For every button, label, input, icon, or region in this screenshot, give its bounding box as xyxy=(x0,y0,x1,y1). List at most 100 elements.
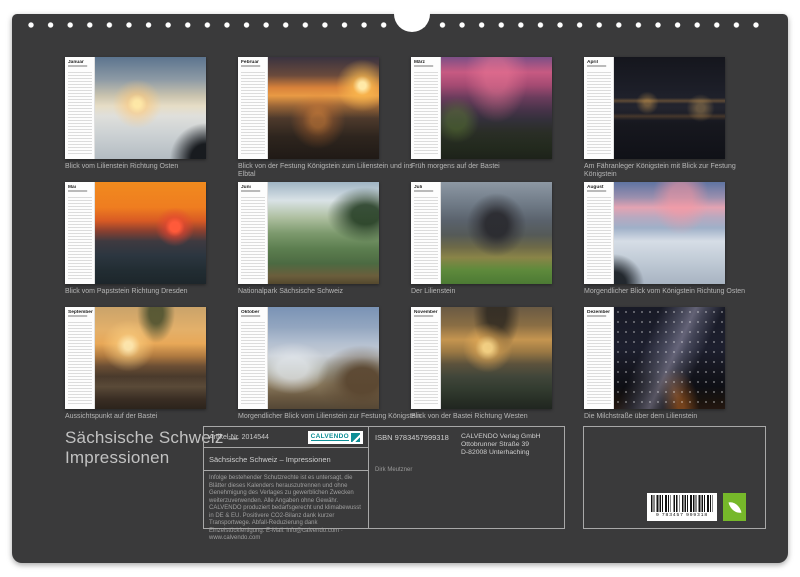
month-thumbnail: Januar xyxy=(65,57,206,159)
month-cell-juni: Juni Nationalpark Sächsische Schweiz xyxy=(238,182,411,307)
month-thumbnail: November xyxy=(411,307,552,409)
mini-calendar: August xyxy=(584,182,614,284)
mini-calendar-lines xyxy=(68,320,92,406)
month-caption: Die Milchstraße über dem Lilienstein xyxy=(584,413,770,421)
month-cell-april: April Am Fähranleger Königstein mit Blic… xyxy=(584,57,757,182)
mini-calendar-month-label: Mai xyxy=(68,185,87,191)
month-photo xyxy=(95,57,206,159)
month-thumbnail: September xyxy=(65,307,206,409)
month-photo xyxy=(441,57,552,159)
month-cell-august: August Morgendlicher Blick vom Königstei… xyxy=(584,182,757,307)
publisher-info-box: ISBN 9783457999318 CALVENDO Verlag GmbH … xyxy=(368,426,565,529)
month-cell-maerz: März Früh morgens auf der Bastei xyxy=(411,57,584,182)
calvendo-logo-text: CALVENDO xyxy=(311,433,349,441)
mini-calendar-month-label: Juli xyxy=(414,185,433,191)
month-grid: Januar Blick vom Lilienstein Richtung Os… xyxy=(65,57,757,432)
mini-calendar-month-label: August xyxy=(587,185,606,191)
month-caption: Blick von der Festung Königstein zum Lil… xyxy=(238,163,424,179)
barcode: 9 783457 999318 xyxy=(647,493,717,521)
mini-calendar-lines xyxy=(241,320,265,406)
mini-calendar: Januar xyxy=(65,57,95,159)
month-photo xyxy=(95,182,206,284)
month-caption: Morgendlicher Blick vom Königstein Richt… xyxy=(584,288,770,296)
month-photo xyxy=(614,307,725,409)
leaf-icon xyxy=(728,499,741,514)
month-photo xyxy=(441,182,552,284)
mini-calendar: März xyxy=(411,57,441,159)
author-name: Dirk Meutzner xyxy=(368,457,564,473)
eco-leaf-logo xyxy=(723,493,746,521)
calvendo-logo-icon xyxy=(351,433,360,442)
month-cell-dezember: Dezember Die Milchstraße über dem Lilien… xyxy=(584,307,757,432)
month-caption: Morgendlicher Blick vom Lilienstein zur … xyxy=(238,413,424,421)
month-thumbnail: Juni xyxy=(238,182,379,284)
legal-text: Infolge bestehender Schutzrechte ist es … xyxy=(204,471,368,547)
mini-calendar-month-label: Oktober xyxy=(241,310,260,316)
isbn: ISBN 9783457999318 xyxy=(375,433,461,457)
month-thumbnail: August xyxy=(584,182,725,284)
month-caption: Der Lilienstein xyxy=(411,288,597,296)
mini-calendar-month-label: Dezember xyxy=(587,310,606,316)
month-photo xyxy=(614,57,725,159)
month-caption: Aussichtspunkt auf der Bastei xyxy=(65,413,251,421)
month-photo xyxy=(614,182,725,284)
mini-calendar-lines xyxy=(587,195,611,281)
month-cell-november: November Blick von der Bastei Richtung W… xyxy=(411,307,584,432)
month-caption: Blick vom Lilienstein Richtung Osten xyxy=(65,163,251,171)
mini-calendar: September xyxy=(65,307,95,409)
month-thumbnail: März xyxy=(411,57,552,159)
mini-calendar-lines xyxy=(414,70,438,156)
article-number-row: Artikel-Nr. 2014544 CALVENDO xyxy=(204,427,368,448)
barcode-box-inner: 9 783457 999318 xyxy=(584,427,765,528)
mini-calendar: April xyxy=(584,57,614,159)
mini-calendar: Juli xyxy=(411,182,441,284)
month-photo xyxy=(268,182,379,284)
mini-calendar-month-label: Februar xyxy=(241,60,260,66)
month-cell-oktober: Oktober Morgendlicher Blick vom Lilienst… xyxy=(238,307,411,432)
month-cell-januar: Januar Blick vom Lilienstein Richtung Os… xyxy=(65,57,238,182)
month-caption: Blick von der Bastei Richtung Westen xyxy=(411,413,597,421)
month-photo xyxy=(441,307,552,409)
month-thumbnail: Mai xyxy=(65,182,206,284)
barcode-number: 9 783457 999318 xyxy=(654,512,710,518)
month-caption: Blick vom Papststein Richtung Dresden xyxy=(65,288,251,296)
month-thumbnail: Juli xyxy=(411,182,552,284)
mini-calendar-month-label: Januar xyxy=(68,60,87,66)
month-thumbnail: Oktober xyxy=(238,307,379,409)
barcode-bars xyxy=(651,495,713,512)
isbn-publisher-row: ISBN 9783457999318 CALVENDO Verlag GmbH … xyxy=(368,427,564,457)
mini-calendar-lines xyxy=(587,70,611,156)
month-cell-juli: Juli Der Lilienstein xyxy=(411,182,584,307)
publisher-street: Ottobrunner Straße 39 xyxy=(461,441,557,449)
mini-calendar: Juni xyxy=(238,182,268,284)
month-cell-mai: Mai Blick vom Papststein Richtung Dresde… xyxy=(65,182,238,307)
mini-calendar-lines xyxy=(241,70,265,156)
article-number: Artikel-Nr. 2014544 xyxy=(209,434,269,441)
barcode-box: 9 783457 999318 xyxy=(583,426,766,529)
mini-calendar-lines xyxy=(587,320,611,406)
calendar-back-page: Januar Blick vom Lilienstein Richtung Os… xyxy=(12,14,788,563)
publisher-name: CALVENDO Verlag GmbH xyxy=(461,433,557,441)
month-caption: Am Fähranleger Königstein mit Blick zur … xyxy=(584,163,770,179)
month-caption: Nationalpark Sächsische Schweiz xyxy=(238,288,424,296)
mini-calendar-lines xyxy=(414,320,438,406)
product-photo: Januar Blick vom Lilienstein Richtung Os… xyxy=(0,0,800,577)
mini-calendar-lines xyxy=(414,195,438,281)
month-photo xyxy=(268,307,379,409)
month-photo xyxy=(95,307,206,409)
product-title: Sächsische Schweiz – Impressionen xyxy=(204,448,368,471)
mini-calendar: Mai xyxy=(65,182,95,284)
mini-calendar-month-label: Juni xyxy=(241,185,260,191)
month-thumbnail: Dezember xyxy=(584,307,725,409)
month-caption: Früh morgens auf der Bastei xyxy=(411,163,597,171)
mini-calendar-month-label: März xyxy=(414,60,433,66)
product-info-box: Artikel-Nr. 2014544 CALVENDO Sächsische … xyxy=(203,426,369,529)
mini-calendar: Dezember xyxy=(584,307,614,409)
month-thumbnail: Februar xyxy=(238,57,379,159)
mini-calendar-month-label: November xyxy=(414,310,433,316)
mini-calendar-month-label: April xyxy=(587,60,606,66)
mini-calendar-lines xyxy=(68,70,92,156)
publisher-city: D-82008 Unterhaching xyxy=(461,449,557,457)
publisher-address: CALVENDO Verlag GmbH Ottobrunner Straße … xyxy=(461,433,557,457)
month-cell-februar: Februar Blick von der Festung Königstein… xyxy=(238,57,411,182)
